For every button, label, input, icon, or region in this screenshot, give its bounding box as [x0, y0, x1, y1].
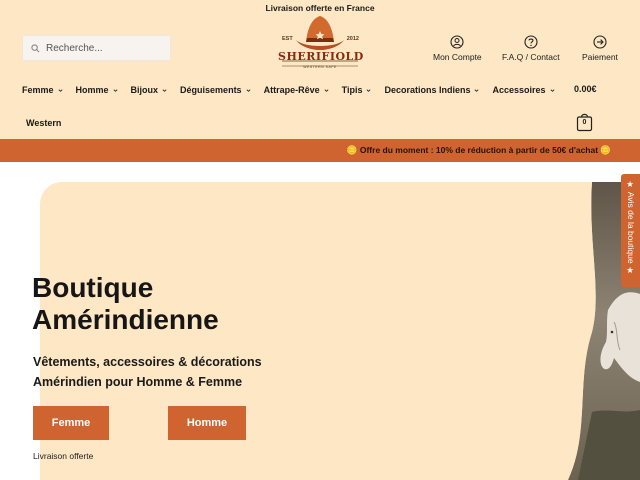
chevron-down-icon — [550, 88, 554, 92]
hero-subtitle: Vêtements, accessoires & décorations Amé… — [33, 355, 262, 389]
faq-contact-label: F.A.Q / Contact — [502, 52, 560, 62]
nav-item-attrape-reve[interactable]: Attrape-Rêve — [264, 84, 329, 96]
help-icon — [524, 35, 538, 49]
payment-link[interactable]: Paiement — [582, 35, 618, 65]
logo-brand-name: SHERIFIOLD — [278, 50, 364, 63]
logo-year-text: 2012 — [346, 36, 359, 42]
logo-tagline: WESTERN SAFE — [303, 65, 337, 69]
nav-item-accessoires[interactable]: Accessoires — [492, 84, 554, 96]
promo-text: 🪙 Offre du moment : 10% de réduction à p… — [346, 145, 611, 155]
chevron-down-icon — [58, 88, 62, 92]
shop-reviews-label: ★ Avis de la boutique ★ — [626, 180, 636, 276]
chevron-down-icon — [324, 88, 329, 92]
nav-item-label: Déguisements — [180, 85, 242, 95]
user-icon — [450, 35, 464, 49]
search-box[interactable] — [22, 35, 171, 61]
chevron-down-icon — [246, 88, 251, 92]
nav-item-label: Decorations Indiens — [384, 85, 471, 95]
nav-item-tipis[interactable]: Tipis — [342, 84, 372, 96]
arrow-right-circle-icon — [593, 35, 607, 49]
site-logo[interactable]: EST 2012 SHERIFIOLD WESTERN SAFE — [278, 14, 364, 70]
main-navigation: Femme Homme Bijoux Déguisements Attrape-… — [22, 84, 568, 96]
shop-women-button[interactable]: Femme — [33, 406, 109, 440]
payment-label: Paiement — [582, 52, 618, 62]
nav-item-label: Attrape-Rêve — [263, 85, 320, 95]
my-account-link[interactable]: Mon Compte — [433, 35, 482, 65]
chevron-down-icon — [366, 88, 371, 92]
nav-item-label: Femme — [22, 85, 54, 95]
nav-item-label: Homme — [75, 85, 109, 95]
nav-item-western[interactable]: Western — [26, 118, 61, 128]
shop-men-button[interactable]: Homme — [168, 406, 246, 440]
cart-button[interactable]: 0 — [576, 112, 593, 132]
nav-item-label: Bijoux — [130, 85, 159, 95]
nav-item-bijoux[interactable]: Bijoux — [131, 84, 168, 96]
cart-count-badge: 0 — [582, 119, 587, 126]
chevron-down-icon — [475, 88, 479, 92]
my-account-label: Mon Compte — [433, 52, 482, 62]
nav-item-deguisements[interactable]: Déguisements — [180, 84, 251, 96]
logo-est-text: EST — [282, 36, 293, 42]
search-icon — [31, 43, 40, 52]
promo-banner: 🪙 Offre du moment : 10% de réduction à p… — [0, 139, 640, 162]
free-shipping-note: Livraison offerte — [33, 451, 94, 461]
nav-item-decorations-indiens[interactable]: Decorations Indiens — [384, 84, 479, 96]
search-input[interactable] — [46, 42, 166, 54]
chevron-down-icon — [113, 88, 117, 92]
chevron-down-icon — [162, 88, 167, 92]
nav-item-femme[interactable]: Femme — [22, 84, 63, 96]
faq-contact-link[interactable]: F.A.Q / Contact — [502, 35, 560, 65]
shop-reviews-tab[interactable]: ★ Avis de la boutique ★ — [621, 174, 640, 287]
hero-title: Boutique Amérindienne — [32, 272, 219, 335]
nav-item-label: Accessoires — [492, 85, 546, 95]
nav-item-homme[interactable]: Homme — [76, 84, 118, 96]
nav-item-label: Tipis — [341, 85, 363, 95]
cart-total[interactable]: 0.00€ — [574, 84, 597, 94]
